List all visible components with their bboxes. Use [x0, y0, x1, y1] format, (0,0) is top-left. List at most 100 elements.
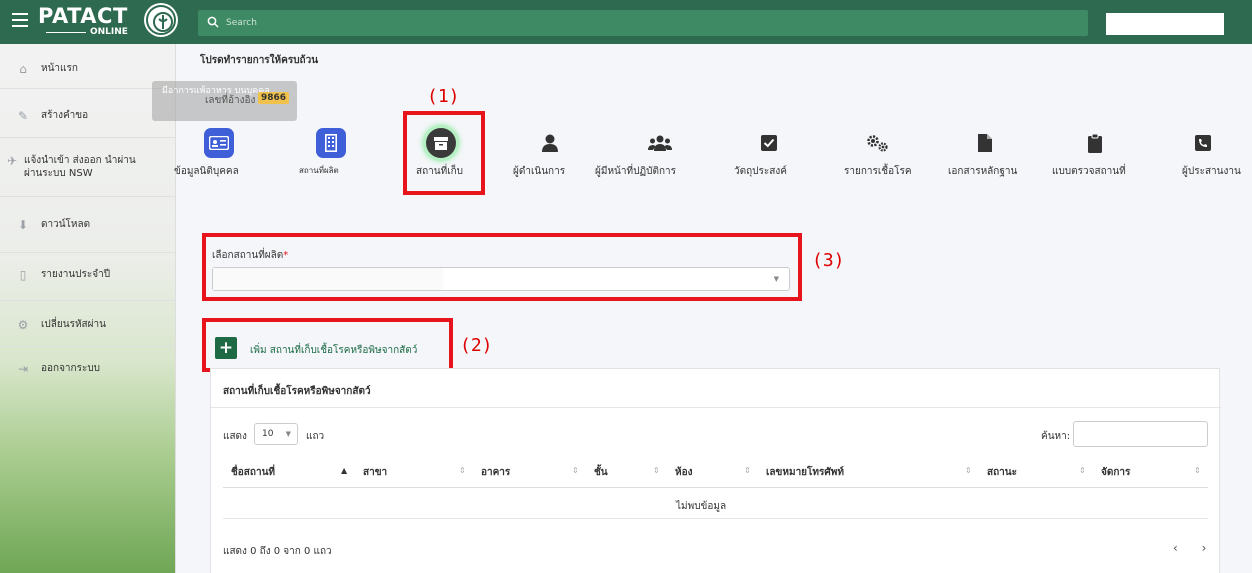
page-size-select[interactable]: 10 ▼ [254, 423, 298, 445]
step-circle [862, 128, 892, 158]
brand-underline [46, 32, 86, 33]
sort-icon[interactable]: ⇕ [1079, 466, 1086, 475]
sidebar-item-label: รายงานประจำปี [41, 269, 111, 280]
show-label: แสดง [223, 431, 247, 442]
sidebar-item-label: ดาวน์โหลด [41, 219, 91, 230]
add-storage-button[interactable]: + [215, 337, 237, 359]
brand-name: PATACT [38, 4, 128, 28]
select-production-site-label: เลือกสถานที่ผลิต* [212, 248, 288, 263]
sort-icon[interactable]: ⇕ [653, 466, 660, 475]
step-pathogen-list[interactable]: รายการเชื้อโรค [844, 125, 912, 185]
reference-badge: 9866 [258, 92, 290, 104]
step-company-info[interactable]: ข้อมูลนิติบุคคล [174, 125, 239, 185]
cogs-icon [862, 128, 892, 158]
sidebar-item-annual-report[interactable]: ▯ รายงานประจำปี [0, 268, 176, 282]
brand-sub: ONLINE [90, 27, 128, 37]
search-icon [207, 16, 219, 28]
step-circle [754, 128, 784, 158]
top-bar: PATACT ONLINE [0, 0, 1252, 44]
sidebar-item-label: ออกจากระบบ [41, 363, 101, 374]
table-search-label: ค้นหา: [1041, 431, 1071, 442]
step-staff[interactable]: ผู้มีหน้าที่ปฏิบัติการ [595, 125, 676, 185]
step-label: ผู้ดำเนินการ [513, 166, 566, 177]
storage-table-card: สถานที่เก็บเชื้อโรคหรือพิษจากสัตว์ แสดง … [210, 368, 1221, 573]
divider [223, 487, 1208, 488]
sidebar-item-download[interactable]: ⬇ ดาวน์โหลด [0, 218, 176, 232]
sidebar-item-logout[interactable]: ⇥ ออกจากระบบ [0, 362, 176, 376]
sort-icon[interactable]: ▲ [341, 466, 347, 475]
divider [0, 137, 176, 138]
file-icon: ▯ [19, 268, 27, 282]
divider [0, 88, 176, 89]
sidebar-item-change-password[interactable]: ⚙ เปลี่ยนรหัสผ่าน [0, 318, 176, 332]
column-header-status[interactable]: สถานะ [987, 465, 1017, 480]
step-circle [535, 128, 565, 158]
step-label: เอกสารหลักฐาน [948, 166, 1018, 177]
select-value [213, 268, 443, 290]
step-coordinator[interactable]: ผู้ประสานงาน [1182, 125, 1241, 185]
users-icon [645, 128, 675, 158]
step-circle [204, 128, 234, 158]
column-header-floor[interactable]: ชั้น [594, 465, 608, 480]
step-label: วัตถุประสงค์ [734, 166, 787, 177]
column-header-manage[interactable]: จัดการ [1101, 465, 1130, 480]
add-storage-link[interactable]: เพิ่ม สถานที่เก็บเชื้อโรคหรือพิษจากสัตว์ [250, 343, 417, 358]
user-icon [535, 128, 565, 158]
highlight-box-1 [403, 111, 485, 195]
sort-icon[interactable]: ⇕ [459, 466, 466, 475]
field-label-text: เลือกสถานที่ผลิต [212, 250, 284, 261]
sidebar-item-home[interactable]: ⌂ หน้าแรก [0, 62, 176, 76]
chevron-down-icon: ▼ [285, 430, 291, 438]
column-header-phone[interactable]: เลขหมายโทรศัพท์ [766, 465, 844, 480]
step-circle [1080, 128, 1110, 158]
step-label: แบบตรวจสถานที่ [1052, 166, 1126, 177]
step-label: ผู้มีหน้าที่ปฏิบัติการ [595, 166, 677, 177]
column-header-room[interactable]: ห้อง [675, 465, 692, 480]
step-production-site[interactable]: สถานที่ผลิต [299, 125, 346, 185]
sidebar-item-nsw[interactable]: ✈ แจ้งนำเข้า ส่งออก นำผ่าน ผ่านระบบ NSW [0, 154, 176, 180]
search-bar [198, 10, 1088, 36]
pagination[interactable]: ‹ › [1173, 541, 1216, 555]
sort-icon[interactable]: ⇕ [1194, 466, 1201, 475]
sort-icon[interactable]: ⇕ [965, 466, 972, 475]
annotation-label-1: (1) [427, 86, 460, 107]
clipboard-icon [1080, 128, 1110, 158]
card-title: สถานที่เก็บเชื้อโรคหรือพิษจากสัตว์ [223, 386, 371, 397]
column-header-building[interactable]: อาคาร [481, 465, 510, 480]
chevron-down-icon: ▼ [773, 275, 779, 283]
plane-icon: ✈ [6, 154, 18, 168]
page-size-value: 10 [262, 429, 274, 439]
divider [0, 300, 176, 301]
brand-logo[interactable]: PATACT ONLINE [38, 4, 180, 40]
step-label: รายการเชื้อโรค [844, 166, 912, 177]
production-site-select[interactable]: ▼ [212, 267, 790, 291]
step-label: ข้อมูลนิติบุคคล [174, 166, 239, 177]
step-operator[interactable]: ผู้ดำเนินการ [513, 125, 565, 185]
step-site-inspection[interactable]: แบบตรวจสถานที่ [1052, 125, 1126, 185]
pencil-icon: ✎ [17, 109, 29, 123]
download-icon: ⬇ [17, 218, 29, 232]
column-header-name[interactable]: ชื่อสถานที่ [231, 465, 275, 480]
sidebar-item-label: แจ้งนำเข้า ส่งออก นำผ่าน ผ่านระบบ NSW [24, 155, 136, 179]
sidebar-item-label: สร้างคำขอ [41, 110, 89, 121]
step-purpose[interactable]: วัตถุประสงค์ [734, 125, 787, 185]
menu-toggle-icon[interactable] [12, 13, 28, 27]
column-header-branch[interactable]: สาขา [363, 465, 387, 480]
page-title: โปรดทำรายการให้ครบถ้วน [200, 55, 319, 66]
sidebar-item-create-request[interactable]: ✎ สร้างคำขอ [0, 109, 176, 123]
home-icon: ⌂ [19, 62, 27, 76]
emblem-icon [146, 5, 176, 35]
phone-icon [1188, 128, 1218, 158]
sort-icon[interactable]: ⇕ [572, 466, 579, 475]
user-menu[interactable] [1106, 13, 1224, 35]
search-input[interactable] [226, 10, 1076, 36]
file-icon [970, 128, 1000, 158]
divider [223, 518, 1208, 519]
step-label: สถานที่ผลิต [299, 166, 339, 175]
table-search-input[interactable] [1073, 421, 1208, 447]
cogs-icon: ⚙ [17, 318, 29, 332]
sort-icon[interactable]: ⇕ [744, 466, 751, 475]
step-documents[interactable]: เอกสารหลักฐาน [948, 125, 1017, 185]
table-info: แสดง 0 ถึง 0 จาก 0 แถว [223, 546, 332, 557]
step-label: ผู้ประสานงาน [1182, 166, 1241, 177]
